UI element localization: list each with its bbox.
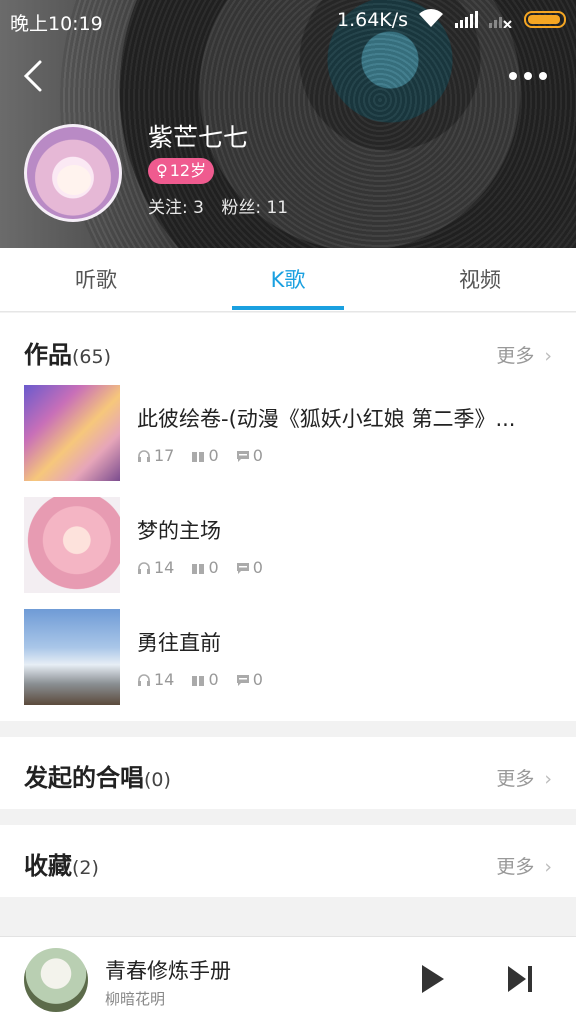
- skip-next-icon[interactable]: [505, 963, 535, 995]
- works-section: 作品(65) 更多 › 此彼绘卷-(动漫《狐妖小红娘 第二季》... 17 0 0…: [0, 313, 576, 721]
- comment-stat: 0: [236, 558, 263, 577]
- now-playing-cover[interactable]: [24, 948, 88, 1012]
- comment-stat: 0: [236, 446, 263, 465]
- tab-listen[interactable]: 听歌: [0, 248, 192, 312]
- song-stats: 14 0 0: [137, 558, 275, 577]
- list-item[interactable]: 勇往直前 14 0 0: [0, 609, 576, 709]
- works-more-link[interactable]: 更多 ›: [496, 341, 552, 368]
- song-title: 勇往直前: [137, 631, 221, 655]
- play-icon[interactable]: [416, 961, 448, 997]
- song-stats: 17 0 0: [137, 446, 275, 465]
- network-speed: 1.64K/s: [337, 9, 409, 31]
- favorites-count: (2): [72, 857, 99, 879]
- listen-stat: 14: [137, 670, 179, 689]
- list-item[interactable]: 梦的主场 14 0 0: [0, 497, 576, 597]
- listen-stat: 14: [137, 558, 179, 577]
- now-playing-title: 青春修炼手册: [105, 959, 231, 983]
- comment-count: 0: [252, 670, 263, 689]
- chorus-more-link[interactable]: 更多 ›: [496, 764, 552, 791]
- song-cover: [24, 497, 120, 593]
- now-playing-artist: 柳暗花明: [105, 990, 166, 1008]
- list-item[interactable]: 此彼绘卷-(动漫《狐妖小红娘 第二季》... 17 0 0: [0, 385, 576, 485]
- song-cover: [24, 385, 120, 481]
- chevron-right-icon: ›: [544, 768, 552, 790]
- favorites-section[interactable]: 收藏(2) 更多 ›: [0, 825, 576, 897]
- gift-stat: 0: [191, 670, 223, 689]
- user-name: 紫芒七七: [148, 123, 249, 152]
- signal-no-service-icon: [489, 17, 512, 28]
- song-title: 梦的主场: [137, 519, 221, 543]
- gift-icon: [192, 564, 205, 574]
- listen-count: 17: [154, 446, 175, 465]
- works-title-text: 作品: [24, 341, 72, 369]
- works-more-label: 更多: [496, 345, 535, 367]
- female-icon: ♀: [156, 161, 168, 180]
- gift-icon: [192, 452, 205, 462]
- tab-karaoke[interactable]: K歌: [192, 248, 384, 312]
- favorites-title: 收藏(2): [24, 846, 99, 881]
- follow-stats: 关注: 3 粉丝: 11: [148, 193, 300, 218]
- headphones-icon: [138, 562, 150, 574]
- gift-icon: [192, 676, 205, 686]
- tab-video[interactable]: 视频: [384, 248, 576, 312]
- chevron-right-icon: ›: [544, 345, 552, 367]
- favorites-more-label: 更多: [496, 856, 535, 878]
- gift-stat: 0: [191, 558, 223, 577]
- song-cover: [24, 609, 120, 705]
- mini-player[interactable]: 青春修炼手册 柳暗花明: [0, 936, 576, 1024]
- active-tab-indicator: [232, 306, 344, 310]
- fans-count[interactable]: 粉丝: 11: [221, 198, 288, 218]
- comment-count: 0: [252, 446, 263, 465]
- avatar[interactable]: [24, 124, 122, 222]
- age-label: 12岁: [169, 161, 207, 180]
- battery-icon: [524, 11, 566, 28]
- comment-icon: [236, 563, 249, 574]
- chevron-right-icon: ›: [544, 856, 552, 878]
- chorus-title-text: 发起的合唱: [24, 764, 144, 792]
- comment-icon: [236, 451, 249, 462]
- follows-count[interactable]: 关注: 3: [148, 198, 204, 218]
- works-count: (65): [72, 346, 112, 368]
- chorus-more-label: 更多: [496, 768, 535, 790]
- gift-stat: 0: [191, 446, 223, 465]
- more-options-icon[interactable]: [508, 66, 548, 86]
- gift-count: 0: [208, 446, 219, 465]
- status-bar: 晚上10:19 1.64K/s: [0, 0, 576, 40]
- chorus-title: 发起的合唱(0): [24, 758, 171, 793]
- avatar-face: [57, 165, 91, 195]
- back-arrow-icon[interactable]: [18, 58, 48, 94]
- favorites-more-link[interactable]: 更多 ›: [496, 852, 552, 879]
- content-tabs: 听歌 K歌 视频: [0, 248, 576, 312]
- chorus-section[interactable]: 发起的合唱(0) 更多 ›: [0, 737, 576, 809]
- status-time: 晚上10:19: [10, 13, 103, 35]
- wifi-icon: [419, 9, 443, 27]
- headphones-icon: [138, 450, 150, 462]
- signal-icon: [455, 11, 478, 28]
- gender-age-badge: ♀ 12岁: [148, 158, 215, 184]
- song-title: 此彼绘卷-(动漫《狐妖小红娘 第二季》...: [137, 407, 516, 431]
- chorus-count: (0): [144, 769, 171, 791]
- comment-icon: [236, 675, 249, 686]
- works-title: 作品(65): [24, 335, 111, 370]
- comment-count: 0: [252, 558, 263, 577]
- listen-stat: 17: [137, 446, 179, 465]
- profile-header: 晚上10:19 1.64K/s 紫芒七七 ♀ 12岁 关注: 3 粉丝: 11: [0, 0, 576, 248]
- song-stats: 14 0 0: [137, 670, 275, 689]
- listen-count: 14: [154, 670, 175, 689]
- favorites-title-text: 收藏: [24, 852, 72, 880]
- gift-count: 0: [208, 558, 219, 577]
- listen-count: 14: [154, 558, 175, 577]
- headphones-icon: [138, 674, 150, 686]
- gift-count: 0: [208, 670, 219, 689]
- comment-stat: 0: [236, 670, 263, 689]
